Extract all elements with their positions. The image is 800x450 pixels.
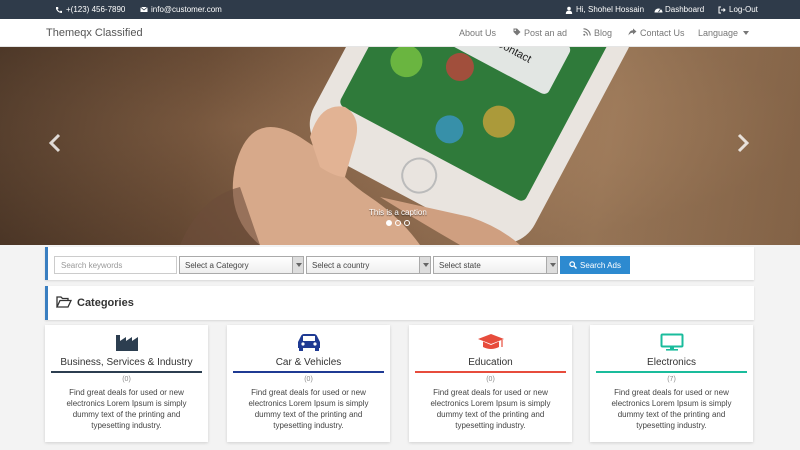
state-select[interactable]: Select state bbox=[433, 256, 558, 274]
logout-icon bbox=[718, 6, 726, 14]
dashboard-label: Dashboard bbox=[665, 5, 705, 14]
categories-header: Categories bbox=[45, 286, 754, 320]
nav-blog-label: Blog bbox=[594, 28, 613, 38]
category-select-value: Select a Category bbox=[185, 261, 249, 270]
category-description: Find great deals for used or new electro… bbox=[611, 388, 732, 430]
category-count: (0) bbox=[486, 376, 495, 383]
email-address: info@customer.com bbox=[151, 5, 222, 14]
nav-blog[interactable]: Blog bbox=[583, 28, 612, 38]
phone-number: +(123) 456-7890 bbox=[66, 5, 126, 14]
contact-phone: +(123) 456-7890 bbox=[55, 5, 125, 14]
country-select[interactable]: Select a country bbox=[306, 256, 431, 274]
graduation-cap-icon bbox=[409, 333, 572, 353]
search-keywords-input[interactable]: Search keywords bbox=[54, 256, 177, 274]
carousel-prev-button[interactable] bbox=[48, 133, 62, 159]
category-underline bbox=[596, 371, 747, 373]
nav-post-label: Post an ad bbox=[524, 28, 568, 38]
category-name[interactable]: Education bbox=[415, 357, 566, 371]
dropdown-arrow-icon bbox=[546, 257, 557, 273]
category-underline bbox=[233, 371, 384, 373]
factory-icon bbox=[45, 333, 208, 353]
state-select-value: Select state bbox=[439, 261, 481, 270]
chevron-right-icon bbox=[737, 133, 750, 153]
category-underline bbox=[415, 371, 566, 373]
category-name[interactable]: Business, Services & Industry bbox=[51, 357, 202, 371]
logout-link[interactable]: Log-Out bbox=[718, 5, 758, 14]
top-bar: +(123) 456-7890 info@customer.com Hi, Sh… bbox=[0, 0, 800, 19]
site-brand[interactable]: Themeqx Classified bbox=[46, 27, 143, 39]
folder-open-icon bbox=[56, 296, 72, 308]
language-dropdown[interactable]: Language bbox=[698, 28, 750, 38]
carousel-indicator[interactable] bbox=[395, 220, 401, 226]
hero-carousel: Create New Contact This is a caption bbox=[0, 47, 800, 245]
category-description: Find great deals for used or new electro… bbox=[430, 388, 551, 430]
carousel-caption: This is a caption bbox=[369, 208, 427, 217]
category-count: (0) bbox=[122, 376, 131, 383]
phone-icon bbox=[55, 6, 63, 14]
search-ads-label: Search Ads bbox=[580, 260, 621, 270]
category-name[interactable]: Electronics bbox=[596, 357, 747, 371]
carousel-next-button[interactable] bbox=[736, 133, 750, 159]
caret-down-icon bbox=[743, 31, 750, 35]
category-card-education[interactable]: Education (0) Find great deals for used … bbox=[409, 325, 572, 442]
search-panel: Search keywords Select a Category Select… bbox=[45, 247, 754, 280]
monitor-icon bbox=[590, 333, 753, 353]
category-count: (7) bbox=[667, 376, 676, 383]
carousel-indicators bbox=[386, 220, 410, 226]
rss-icon bbox=[583, 28, 591, 38]
carousel-indicator[interactable] bbox=[404, 220, 410, 226]
category-count: (0) bbox=[304, 376, 313, 383]
category-card-business[interactable]: Business, Services & Industry (0) Find g… bbox=[45, 325, 208, 442]
category-description: Find great deals for used or new electro… bbox=[248, 388, 369, 430]
nav-contact-label: Contact Us bbox=[640, 28, 685, 38]
category-card-electronics[interactable]: Electronics (7) Find great deals for use… bbox=[590, 325, 753, 442]
main-navbar: Themeqx Classified About Us Post an ad B… bbox=[0, 19, 800, 47]
dashboard-link[interactable]: Dashboard bbox=[654, 5, 704, 14]
chevron-left-icon bbox=[48, 133, 61, 153]
user-icon bbox=[565, 6, 573, 14]
contact-email[interactable]: info@customer.com bbox=[140, 5, 222, 14]
dashboard-icon bbox=[654, 6, 663, 14]
nav-post-ad[interactable]: Post an ad bbox=[513, 28, 567, 38]
category-name[interactable]: Car & Vehicles bbox=[233, 357, 384, 371]
nav-about-label: About Us bbox=[459, 28, 497, 38]
user-greeting[interactable]: Hi, Shohel Hossain bbox=[565, 5, 644, 14]
share-icon bbox=[628, 28, 637, 38]
car-icon bbox=[227, 333, 390, 353]
category-card-car-vehicles[interactable]: Car & Vehicles (0) Find great deals for … bbox=[227, 325, 390, 442]
dropdown-arrow-icon bbox=[419, 257, 430, 273]
user-name: Hi, Shohel Hossain bbox=[576, 5, 645, 14]
nav-language-label: Language bbox=[698, 28, 739, 38]
logout-label: Log-Out bbox=[729, 5, 758, 14]
country-select-value: Select a country bbox=[312, 261, 370, 270]
category-underline bbox=[51, 371, 202, 373]
nav-contact-us[interactable]: Contact Us bbox=[628, 28, 685, 38]
nav-about-us[interactable]: About Us bbox=[459, 28, 496, 38]
tag-icon bbox=[513, 28, 521, 38]
carousel-indicator[interactable] bbox=[386, 220, 392, 226]
search-icon bbox=[569, 261, 578, 269]
category-description: Find great deals for used or new electro… bbox=[66, 388, 187, 430]
categories-title: Categories bbox=[77, 297, 134, 309]
search-ads-button[interactable]: Search Ads bbox=[560, 256, 630, 274]
envelope-icon bbox=[140, 6, 148, 14]
category-select[interactable]: Select a Category bbox=[179, 256, 304, 274]
dropdown-arrow-icon bbox=[292, 257, 303, 273]
